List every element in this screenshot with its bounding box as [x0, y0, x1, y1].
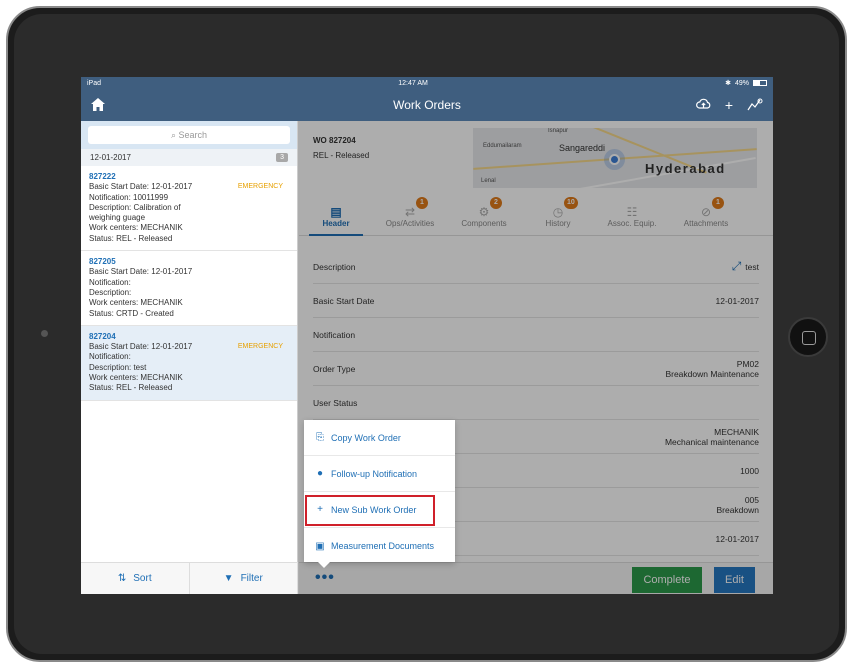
- list-item-detail: Status: CRTD - Created: [89, 308, 174, 318]
- nav-bar: Work Orders +: [81, 89, 773, 121]
- map-route-icon[interactable]: [747, 98, 763, 113]
- master-list: ⌕ Search 12-01-2017 3 827222 EMERGENCY Bas…: [81, 121, 298, 594]
- list-item-detail: Basic Start Date: 12-01-2017: [89, 267, 193, 277]
- priority-badge: EMERGENCY: [237, 183, 283, 190]
- sort-button[interactable]: ⇅ Sort: [81, 563, 190, 594]
- sort-icon: ⇅: [117, 573, 127, 584]
- device-label: iPad: [87, 79, 102, 87]
- list-item[interactable]: 827204 EMERGENCY Basic Start Date: 12-01-2…: [81, 325, 297, 401]
- menu-item-label: Follow-up Notification: [331, 468, 418, 479]
- work-order-list: 827222 EMERGENCY Basic Start Date: 12-01-2…: [81, 166, 297, 401]
- add-icon[interactable]: +: [725, 98, 733, 112]
- list-item-detail: Notification:: [89, 277, 131, 287]
- actions-popover: ⎘ Copy Work Order ● Follow-up Notification +…: [304, 420, 455, 568]
- filter-button[interactable]: ▼ Filter: [190, 563, 298, 594]
- list-item[interactable]: 827222 EMERGENCY Basic Start Date: 12-01-2…: [81, 166, 297, 252]
- menu-item-label: Measurement Documents: [331, 541, 435, 551]
- filter-icon: ▼: [223, 573, 234, 584]
- list-item[interactable]: 827205 Basic Start Date: 12-01-2017 Notifi…: [81, 251, 297, 326]
- list-item-detail: Description: Calibration of: [89, 202, 181, 212]
- measurement-icon: ▣: [315, 540, 325, 552]
- work-order-id: 827222: [89, 172, 116, 181]
- list-item-detail: Description:: [89, 287, 132, 297]
- list-item-detail: Work centers: MECHANIK: [89, 298, 183, 308]
- group-date: 12-01-2017: [90, 153, 131, 162]
- copy-icon: ⎘: [316, 432, 324, 443]
- menu-item-label: Copy Work Order: [331, 432, 401, 443]
- search-icon: ⌕: [170, 130, 179, 140]
- notification-icon: ●: [316, 468, 324, 479]
- work-order-id: 827205: [89, 257, 116, 267]
- list-item-detail: Status: REL - Released: [89, 233, 173, 243]
- highlight-box: [305, 495, 435, 526]
- battery-icon: [752, 80, 767, 86]
- menu-item-follow-up-notification[interactable]: ● Follow-up Notification: [304, 456, 455, 492]
- bluetooth-icon: ✱: [725, 80, 731, 87]
- battery-percent: 49%: [734, 79, 749, 87]
- front-camera: [41, 330, 48, 337]
- list-item-detail: Status: REL - Released: [89, 383, 173, 393]
- master-toolbar: ⇅ Sort ▼ Filter: [81, 562, 298, 594]
- home-icon[interactable]: [91, 97, 105, 113]
- status-time: 12:47 AM: [398, 79, 428, 87]
- list-item-detail: Work centers: MECHANIK: [89, 373, 183, 383]
- date-group-header: 12-01-2017 3: [81, 149, 297, 166]
- list-item-detail: Notification: 10011999: [89, 192, 169, 202]
- work-order-id: 827204: [89, 331, 116, 341]
- status-bar: iPad 12:47 AM ✱ 49%: [81, 77, 773, 89]
- menu-item-measurement-documents[interactable]: ▣ Measurement Documents: [304, 528, 455, 564]
- search-input[interactable]: ⌕ Search: [88, 126, 290, 144]
- list-item-detail: weighing guage: [89, 213, 146, 223]
- priority-badge: EMERGENCY: [237, 342, 283, 350]
- cloud-upload-icon[interactable]: [695, 98, 711, 112]
- modal-dim-overlay-footer: [298, 562, 773, 594]
- list-item-detail: Description: test: [89, 362, 147, 372]
- home-button[interactable]: [788, 317, 828, 357]
- app-screen: iPad 12:47 AM ✱ 49% Work Orders + ⌕ Sear…: [81, 77, 773, 594]
- group-count-badge: 3: [276, 153, 288, 162]
- page-title: Work Orders: [393, 98, 461, 112]
- list-item-detail: Notification:: [89, 352, 131, 362]
- menu-item-copy-work-order[interactable]: ⎘ Copy Work Order: [304, 420, 455, 456]
- list-item-detail: Work centers: MECHANIK: [89, 223, 183, 233]
